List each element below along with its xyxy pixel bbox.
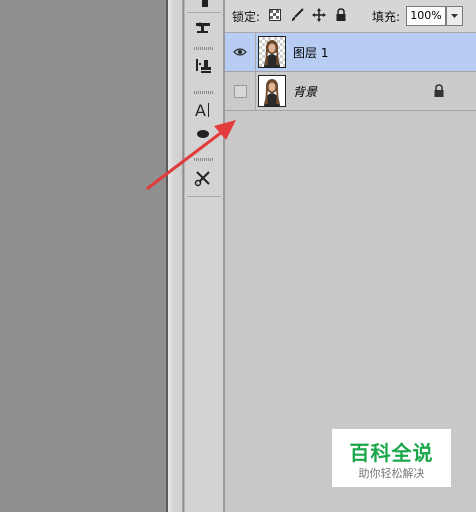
tool-group-grip[interactable] (194, 158, 214, 161)
eye-icon (233, 48, 247, 56)
visibility-toggle[interactable] (225, 33, 256, 71)
tool-divider (187, 196, 221, 197)
fill-label: 填充: (372, 10, 401, 24)
layer-thumbnail (258, 75, 286, 107)
panel-scroll-gutter (168, 0, 183, 512)
stamp-icon[interactable] (193, 56, 213, 76)
lock-image-pixels-icon[interactable] (290, 8, 304, 22)
lock-icon (434, 84, 444, 97)
shape-icon[interactable] (193, 124, 213, 144)
lock-position-icon[interactable] (312, 8, 326, 22)
clone-stamp-icon[interactable] (193, 17, 213, 37)
visibility-empty-box (233, 84, 247, 98)
lock-label: 锁定: (232, 10, 261, 24)
tool-group-grip[interactable] (194, 91, 214, 94)
lock-bar: 锁定: 填充: 100% (225, 0, 476, 33)
tool-strip: A (184, 0, 224, 512)
scissors-icon[interactable] (193, 168, 213, 188)
type-tool-icon[interactable]: A (193, 100, 213, 120)
chevron-down-icon (451, 13, 458, 18)
svg-text:A: A (195, 101, 206, 119)
watermark-subtitle: 助你轻松解决 (358, 467, 425, 480)
tool-group-grip[interactable] (194, 47, 214, 50)
fill-dropdown-button[interactable] (446, 6, 463, 26)
layer-name[interactable]: 背景 (293, 83, 317, 100)
layer-name[interactable]: 图层 1 (293, 44, 328, 61)
visibility-toggle[interactable] (225, 72, 256, 110)
layer-thumbnail (258, 36, 286, 68)
layer-row-layer1[interactable]: 图层 1 (225, 33, 476, 72)
watermark: 百科全说 助你轻松解决 (332, 429, 451, 487)
lock-all-icon[interactable] (334, 8, 348, 22)
watermark-title: 百科全说 (349, 441, 434, 465)
brush-icon[interactable] (195, 0, 215, 13)
tool-group-top (187, 0, 221, 13)
layer-row-background[interactable]: 背景 (225, 72, 476, 111)
fill-opacity-input[interactable]: 100% (406, 6, 446, 26)
lock-transparent-pixels-icon[interactable] (268, 8, 282, 22)
canvas-area[interactable] (0, 0, 166, 512)
